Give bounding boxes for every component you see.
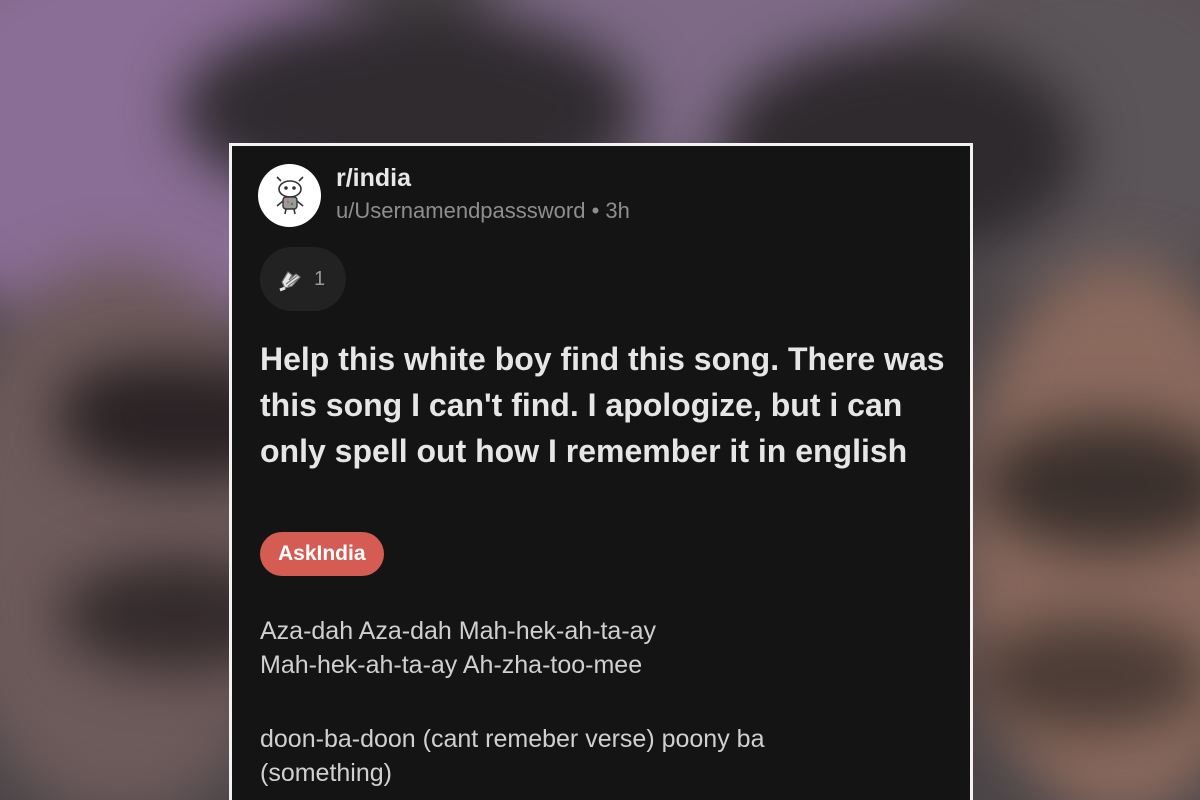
- post-flair[interactable]: AskIndia: [260, 532, 384, 576]
- body-line: doon-ba-doon (cant remeber verse) poony …: [260, 725, 765, 753]
- post-body-paragraph: Aza-dah Aza-dah Mah-hek-ah-ta-ay Mah-hek…: [260, 614, 960, 682]
- subreddit-name[interactable]: r/india: [336, 163, 630, 193]
- post-title[interactable]: Help this white boy find this song. Ther…: [260, 336, 960, 474]
- background-blur: [970, 620, 1200, 730]
- body-line: Mah-hek-ah-ta-ay Ah-zha-too-mee: [260, 651, 643, 679]
- body-line: Aza-dah Aza-dah Mah-hek-ah-ta-ay: [260, 617, 657, 645]
- post-body-paragraph: doon-ba-doon (cant remeber verse) poony …: [260, 722, 960, 790]
- award-button[interactable]: 1: [260, 247, 346, 311]
- body-line: (something): [260, 759, 392, 787]
- award-count: 1: [314, 267, 326, 290]
- author-and-time[interactable]: u/Usernamendpasssword • 3h: [336, 195, 630, 227]
- post-card: r/india u/Usernamendpasssword • 3h 1 Hel…: [229, 143, 973, 800]
- post-header: r/india u/Usernamendpasssword • 3h: [258, 163, 630, 227]
- snoo-avatar-icon: [275, 176, 304, 215]
- screenshot-stage: r/india u/Usernamendpasssword • 3h 1 Hel…: [0, 0, 1200, 800]
- post-meta: r/india u/Usernamendpasssword • 3h: [336, 163, 630, 227]
- subreddit-avatar[interactable]: [258, 163, 321, 227]
- award-hands-icon: [279, 271, 301, 292]
